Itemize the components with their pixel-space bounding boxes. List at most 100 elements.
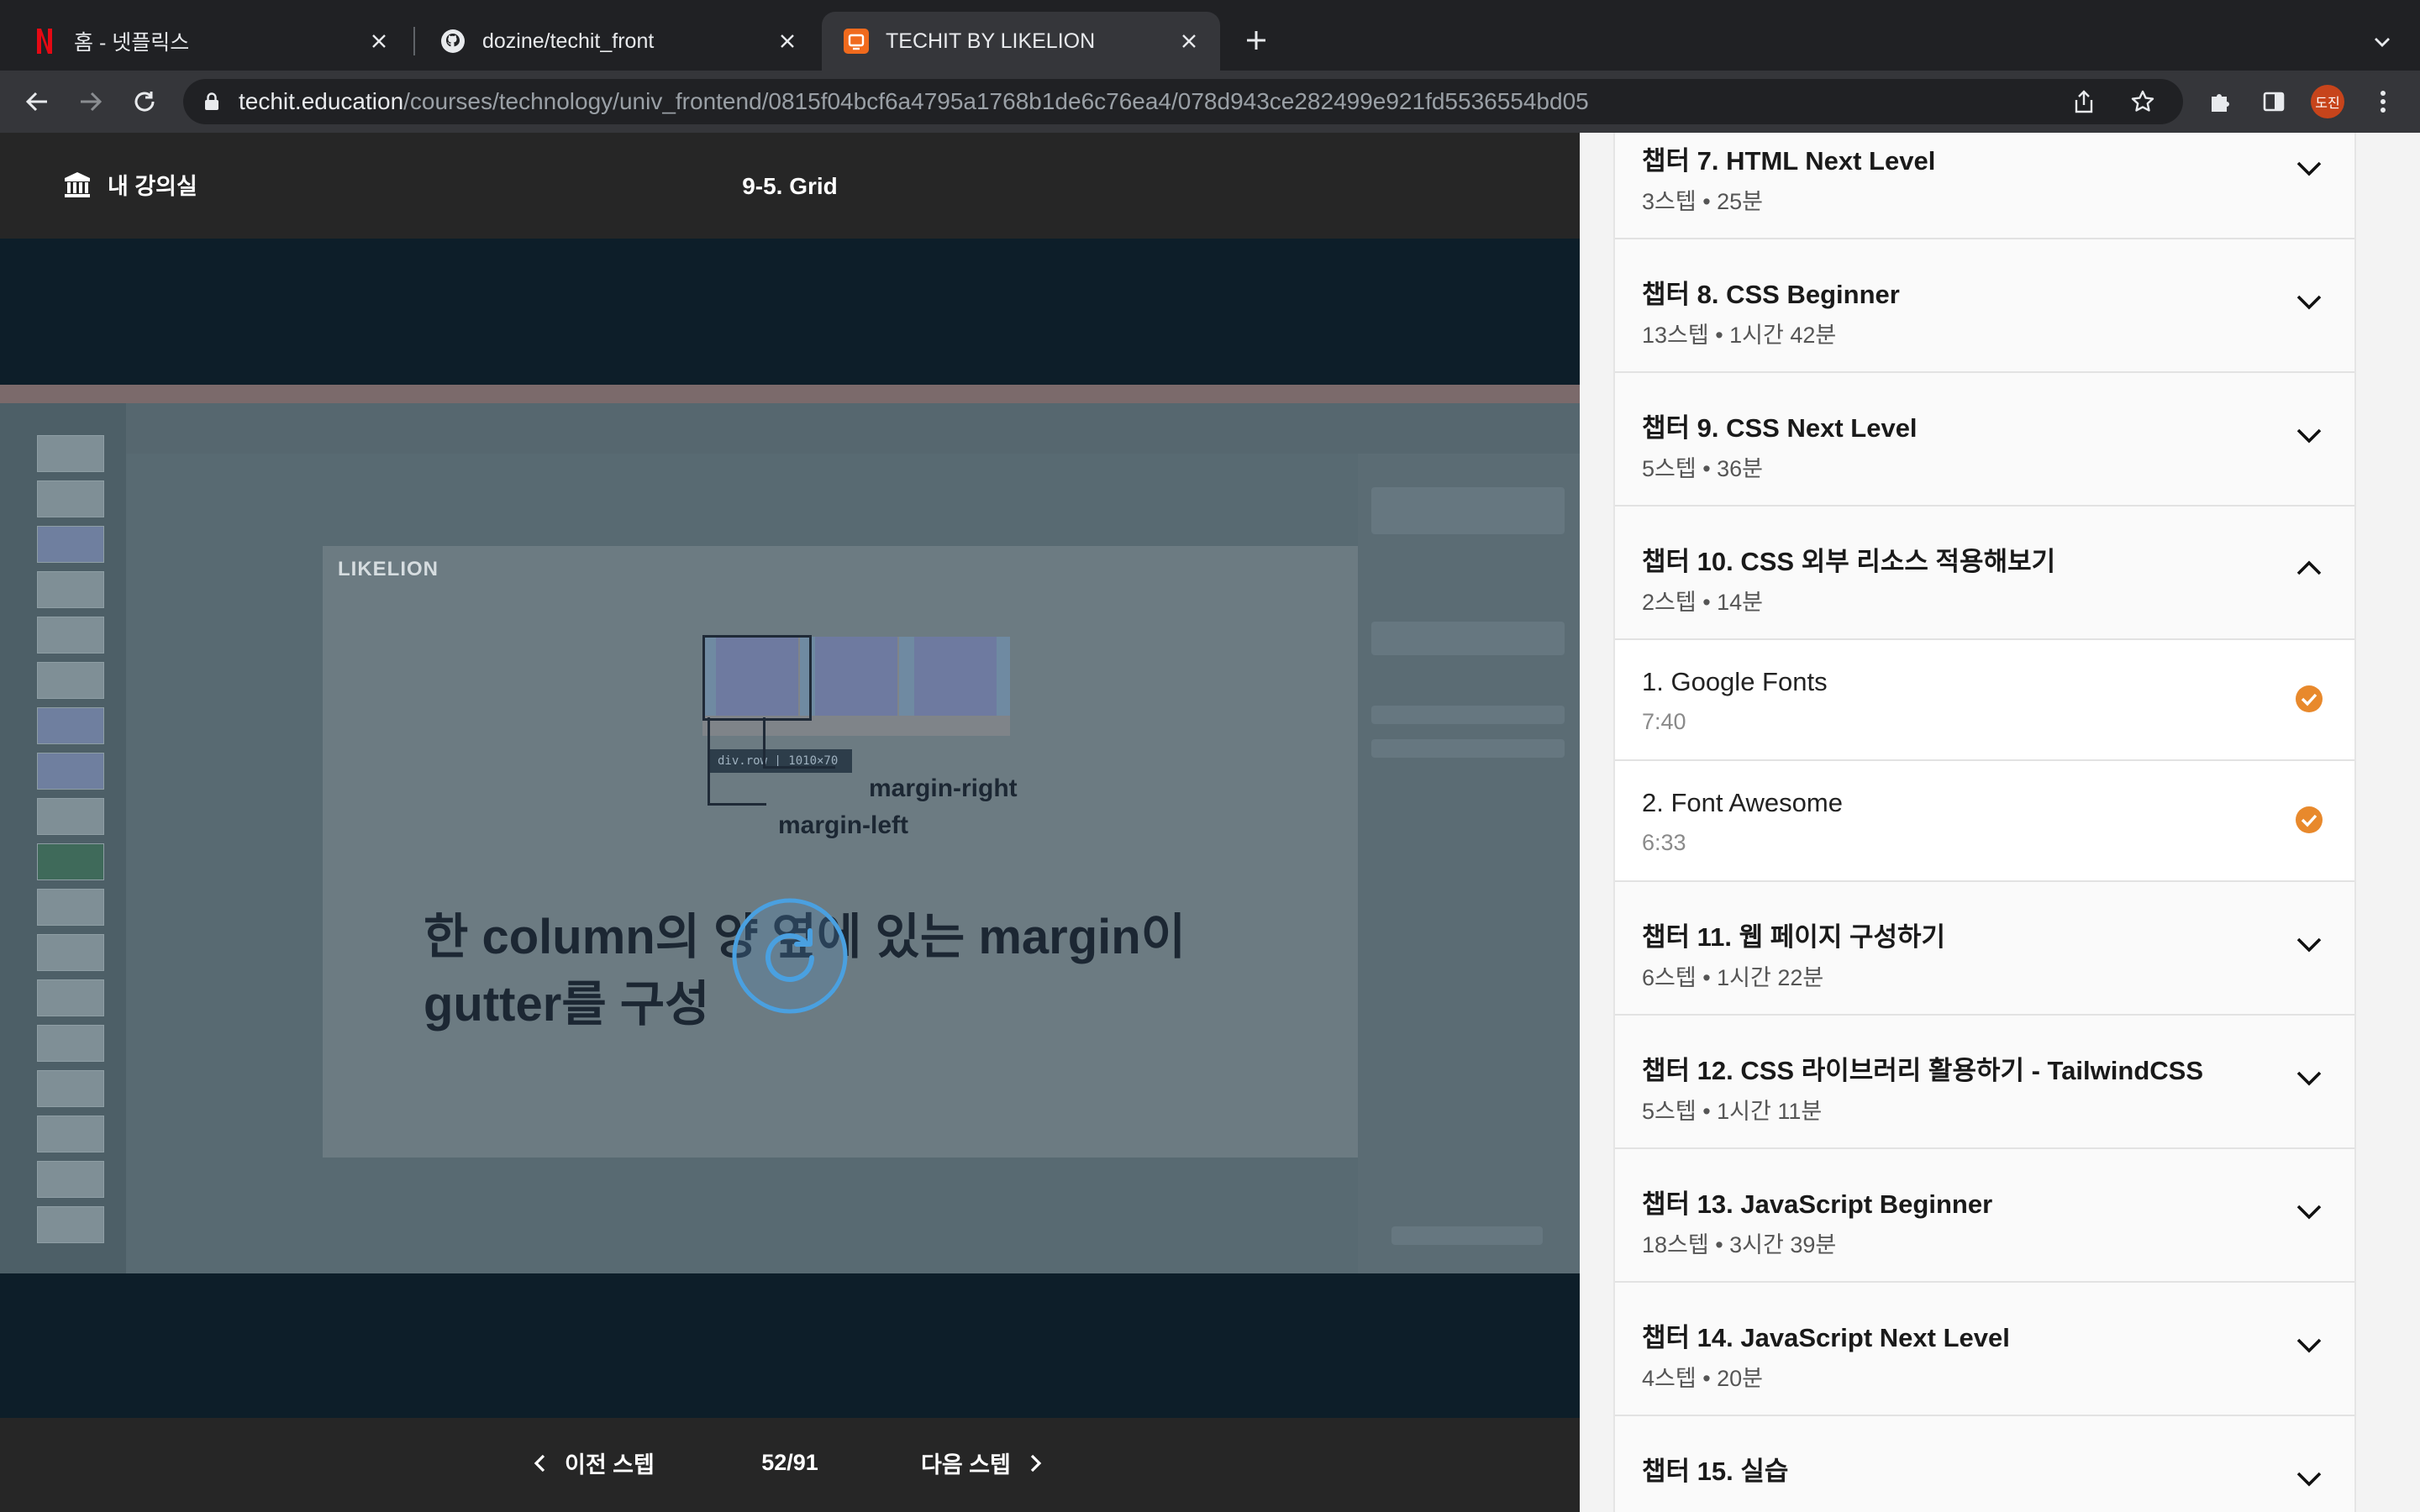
reload-button[interactable]	[126, 83, 163, 120]
chapter-item[interactable]: 챕터 8. CSS Beginner 13스텝 • 1시간 42분	[1615, 239, 2354, 373]
chapter-meta: 5스텝 • 1시간 11분	[1642, 1099, 1823, 1124]
github-icon	[440, 29, 466, 54]
chapter-meta: 3스텝 • 25분	[1642, 189, 1764, 214]
chapter-title: 챕터 13. JavaScript Beginner	[1642, 1189, 1993, 1219]
video-slide-thumb	[37, 1070, 104, 1107]
video-slide-thumb	[37, 526, 104, 563]
lecture-video[interactable]: LIKELION div.row | 1010×70 margin-right …	[0, 385, 1580, 1273]
chapter-item[interactable]: 챕터 15. 실습	[1615, 1416, 2354, 1512]
video-slide-thumb	[37, 798, 104, 835]
video-slide: LIKELION div.row | 1010×70 margin-right …	[323, 546, 1413, 1158]
new-tab-button[interactable]	[1239, 24, 1273, 57]
video-slide-navigator	[0, 403, 126, 1273]
lesson-item[interactable]: 1. Google Fonts 7:40	[1615, 640, 2354, 761]
chevron-down-icon[interactable]	[2294, 153, 2324, 183]
lock-icon[interactable]	[202, 92, 222, 112]
chapter-item-expanded[interactable]: 챕터 10. CSS 외부 리소스 적용해보기 2스텝 • 14분	[1615, 507, 2354, 640]
chapter-title: 챕터 9. CSS Next Level	[1642, 413, 1918, 443]
chevron-up-icon[interactable]	[2294, 554, 2324, 584]
chevron-down-icon[interactable]	[2294, 929, 2324, 959]
chapter-title: 챕터 12. CSS 라이브러리 활용하기 - TailwindCSS	[1642, 1056, 2203, 1085]
lesson-duration: 7:40	[1642, 709, 1686, 734]
close-tab-icon[interactable]	[1176, 29, 1202, 54]
chapter-item[interactable]: 챕터 14. JavaScript Next Level 4스텝 • 20분	[1615, 1283, 2354, 1416]
tab-search-chevron-icon[interactable]	[2365, 25, 2399, 59]
completed-check-icon	[2296, 685, 2323, 712]
close-tab-icon[interactable]	[775, 29, 800, 54]
video-slide-thumb	[37, 435, 104, 472]
tab-github[interactable]: dozine/techit_front	[418, 12, 818, 71]
step-counter: 52/91	[761, 1450, 818, 1475]
margin-left-line	[708, 803, 766, 806]
url-path: /courses/technology/univ_frontend/0815f0…	[403, 88, 1589, 114]
video-slide-thumb	[37, 571, 104, 608]
loading-spinner-icon	[732, 898, 848, 1014]
chapter-title: 챕터 11. 웹 페이지 구성하기	[1642, 922, 1946, 952]
player-bottom-bar: 이전 스텝 52/91 다음 스텝	[0, 1418, 1580, 1512]
chapter-item[interactable]: 챕터 7. HTML Next Level 3스텝 • 25분	[1615, 133, 2354, 239]
tab-title: 홈 - 넷플릭스	[74, 31, 190, 55]
share-icon[interactable]	[2065, 83, 2102, 120]
video-canvas: LIKELION div.row | 1010×70 margin-right …	[126, 454, 1413, 1273]
likelion-logo: LIKELION	[338, 558, 439, 580]
inspector-field	[1371, 487, 1565, 534]
tab-techit[interactable]: TECHIT BY LIKELION	[822, 12, 1220, 71]
video-slide-thumb	[37, 1025, 104, 1062]
browser-toolbar: techit.education/courses/technology/univ…	[0, 71, 2420, 133]
chevron-down-icon[interactable]	[2294, 1330, 2324, 1360]
chevron-down-icon[interactable]	[2294, 286, 2324, 317]
chevron-down-icon[interactable]	[2294, 1196, 2324, 1226]
forward-button[interactable]	[72, 83, 109, 120]
menu-kebab-icon[interactable]	[2365, 83, 2402, 120]
bookmark-star-icon[interactable]	[2124, 83, 2161, 120]
url-host: techit.education	[239, 88, 404, 114]
margin-left-label: margin-left	[778, 811, 909, 839]
grid-gutter	[997, 637, 1010, 716]
chapter-title: 챕터 14. JavaScript Next Level	[1642, 1323, 2010, 1352]
tab-netflix[interactable]: 홈 - 넷플릭스	[10, 12, 410, 71]
selected-column-outline	[702, 635, 812, 721]
grid-column	[815, 637, 897, 716]
video-app-toolbar	[126, 403, 1580, 454]
chevron-down-icon[interactable]	[2294, 420, 2324, 450]
lesson-item[interactable]: 2. Font Awesome 6:33	[1615, 761, 2354, 882]
video-slide-thumb	[37, 843, 104, 880]
address-bar[interactable]: techit.education/courses/technology/univ…	[183, 79, 2183, 124]
margin-right-line	[763, 766, 835, 769]
chapter-meta: 13스텝 • 1시간 42분	[1642, 323, 1837, 348]
completed-check-icon	[2296, 806, 2323, 833]
inspector-field	[1371, 739, 1565, 758]
video-slide-thumb	[37, 979, 104, 1016]
chapter-title: 챕터 7. HTML Next Level	[1642, 146, 1936, 176]
margin-left-line	[708, 717, 710, 805]
profile-avatar[interactable]: 도진	[2309, 83, 2346, 120]
close-tab-icon[interactable]	[366, 29, 392, 54]
chapter-meta: 6스텝 • 1시간 22분	[1642, 965, 1824, 990]
chevron-right-icon	[1030, 1454, 1042, 1472]
chapter-meta: 5스텝 • 36분	[1642, 456, 1764, 481]
video-slide-thumb	[37, 662, 104, 699]
extensions-puzzle-icon[interactable]	[2202, 83, 2238, 120]
element-inspector-tag: div.row | 1010×70	[709, 749, 852, 773]
curriculum-sidebar: 챕터 7. HTML Next Level 3스텝 • 25분 챕터 8. CS…	[1580, 133, 2420, 1512]
chapter-meta: 18스텝 • 3시간 39분	[1642, 1232, 1837, 1257]
video-slide-thumb	[37, 617, 104, 654]
page: 내 강의실 9-5. Grid LIKELION div.row | 1010×…	[0, 133, 2420, 1512]
chapter-title: 챕터 8. CSS Beginner	[1642, 280, 1900, 309]
back-button[interactable]	[18, 83, 55, 120]
next-step-button[interactable]: 다음 스텝	[921, 1446, 1046, 1479]
profile-initials: 도진	[2311, 85, 2344, 118]
margin-right-label: margin-right	[869, 774, 1018, 802]
chapter-meta: 4스텝 • 20분	[1642, 1366, 1764, 1391]
side-panel-icon[interactable]	[2255, 83, 2292, 120]
chevron-down-icon[interactable]	[2294, 1063, 2324, 1093]
chapter-item[interactable]: 챕터 13. JavaScript Beginner 18스텝 • 3시간 39…	[1615, 1149, 2354, 1283]
video-inspector-panel	[1358, 454, 1580, 1273]
chapter-item[interactable]: 챕터 12. CSS 라이브러리 활용하기 - TailwindCSS 5스텝 …	[1615, 1016, 2354, 1149]
chapter-title: 챕터 10. CSS 외부 리소스 적용해보기	[1642, 547, 2056, 576]
lesson-duration: 6:33	[1642, 830, 1686, 855]
player-area: 내 강의실 9-5. Grid LIKELION div.row | 1010×…	[0, 133, 1580, 1512]
chevron-down-icon[interactable]	[2294, 1463, 2324, 1494]
chapter-item[interactable]: 챕터 11. 웹 페이지 구성하기 6스텝 • 1시간 22분	[1615, 882, 2354, 1016]
chapter-item[interactable]: 챕터 9. CSS Next Level 5스텝 • 36분	[1615, 373, 2354, 507]
